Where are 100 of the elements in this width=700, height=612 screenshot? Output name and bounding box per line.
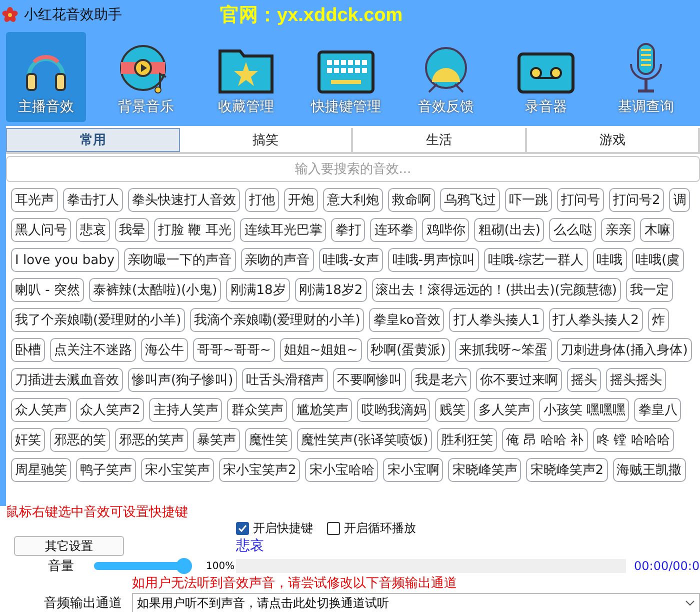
checkbox[interactable] xyxy=(236,522,249,534)
sound-button[interactable]: 点关注不迷路 xyxy=(50,338,136,362)
playback-time: 00:00/00:0 xyxy=(634,559,700,573)
sound-button[interactable]: 你不要过来啊 xyxy=(476,368,562,392)
sound-button[interactable]: 周星驰笑 xyxy=(11,458,71,482)
sound-button[interactable]: 宋小宝笑声2 xyxy=(219,458,300,482)
sound-button[interactable]: 拳打 xyxy=(331,218,366,242)
sound-button[interactable]: 魔性笑声(张译笑喷饭) xyxy=(297,428,432,452)
sound-button[interactable]: 打脸 鞭 耳光 xyxy=(154,218,236,242)
sound-button[interactable]: 摇头 xyxy=(567,368,602,392)
sound-button[interactable]: 摇头摇头 xyxy=(606,368,666,392)
sound-button[interactable]: 宋小宝笑声 xyxy=(141,458,214,482)
sound-button[interactable]: 众人笑声 xyxy=(11,398,71,422)
sound-button[interactable]: 打他 xyxy=(245,188,279,212)
sound-button[interactable]: 连环拳 xyxy=(370,218,418,242)
sound-button[interactable]: 哇哦(虞 xyxy=(632,248,684,272)
sound-button[interactable]: 亲吻嘬一下的声音 xyxy=(124,248,236,272)
sound-button[interactable]: 连续耳光巴掌 xyxy=(240,218,326,242)
sound-button[interactable]: 打人拳头揍人2 xyxy=(548,308,643,332)
sound-button[interactable]: 哇哦 xyxy=(592,248,627,272)
sound-button[interactable]: 哎哟我滴妈 xyxy=(357,398,430,422)
sound-button[interactable]: I love you baby xyxy=(11,248,119,272)
sound-button[interactable]: 不要啊惨叫 xyxy=(333,368,406,392)
sound-button[interactable]: 打人拳头揍人1 xyxy=(449,308,544,332)
sound-button[interactable]: 拳皇ko音效 xyxy=(369,308,444,332)
sound-button[interactable]: 魔性笑 xyxy=(245,428,292,452)
sound-button[interactable]: 炸 xyxy=(648,308,669,332)
sound-button[interactable]: 黑人问号 xyxy=(11,218,71,242)
sound-button[interactable]: 我了个亲娘嘞(爱理财的小羊) xyxy=(11,308,186,332)
sound-button[interactable]: 我晕 xyxy=(115,218,149,242)
sound-button[interactable]: 尴尬笑声 xyxy=(292,398,352,422)
sound-button[interactable]: 我是老六 xyxy=(411,368,472,392)
category-tab[interactable]: 常用 xyxy=(6,128,180,152)
sound-button[interactable]: 打问号2 xyxy=(609,188,664,212)
sound-button[interactable]: 小孩笑 嘿嘿嘿 xyxy=(539,398,630,422)
sound-button[interactable]: 悲哀 xyxy=(76,218,110,242)
search-field[interactable]: 输入要搜索的音效... xyxy=(6,156,700,182)
output-select[interactable]: 如果用户听不到声音，请点击此处切换通道试听 xyxy=(132,593,700,612)
checkbox-label: 开启循环播放 xyxy=(344,520,416,536)
sound-button[interactable]: 拳皇八 xyxy=(634,398,682,422)
sound-button[interactable]: 卧槽 xyxy=(11,338,45,362)
sound-button[interactable]: 木嘛 xyxy=(640,218,674,242)
toolbar-button[interactable]: 主播音效 xyxy=(6,32,86,122)
sound-button[interactable]: 哇哦-女声 xyxy=(318,248,384,272)
sound-button[interactable]: 喇叭 - 突然 xyxy=(11,278,84,302)
sound-button[interactable]: 来抓我呀~笨蛋 xyxy=(454,338,552,362)
sound-button[interactable]: 暴笑声 xyxy=(193,428,240,452)
sound-button[interactable]: 我滴个亲娘嘞(爱理财的小羊) xyxy=(190,308,364,332)
sound-button[interactable]: 乌鸦飞过 xyxy=(440,188,500,212)
volume-label: 音量 xyxy=(48,558,74,575)
sound-button[interactable]: 拳头快速打人音效 xyxy=(128,188,240,212)
sound-button[interactable]: 我一定 xyxy=(626,278,673,302)
sound-button[interactable]: 滚出去！滚得远远的！(拱出去)(完颜慧德) xyxy=(372,278,621,302)
sound-button[interactable]: 哇哦-男声惊叫 xyxy=(388,248,479,272)
sound-button[interactable]: 吐舌头滑稽声 xyxy=(242,368,328,392)
sound-button[interactable]: 刚满18岁 xyxy=(226,278,290,302)
sound-button[interactable]: 吓一跳 xyxy=(505,188,552,212)
settings-button[interactable]: 其它设置 xyxy=(14,536,124,556)
sound-button[interactable]: 么么哒 xyxy=(549,218,596,242)
sound-button[interactable]: 邪恶的笑 xyxy=(50,428,110,452)
sound-button[interactable]: 贱笑 xyxy=(435,398,470,422)
sound-button[interactable]: 咚 镗 哈哈哈 xyxy=(592,428,674,452)
keyboard-icon xyxy=(317,50,375,94)
sound-button[interactable]: 开炮 xyxy=(284,188,318,212)
sound-button[interactable]: 鸭子笑声 xyxy=(76,458,136,482)
sound-button[interactable]: 宋晓峰笑声 xyxy=(448,458,522,482)
sound-button[interactable]: 惨叫声(狗子惨叫) xyxy=(128,368,238,392)
sound-button[interactable]: 群众笑声 xyxy=(227,398,288,422)
sound-button[interactable]: 主持人笑声 xyxy=(149,398,222,422)
sound-button[interactable]: 多人笑声 xyxy=(474,398,534,422)
sound-button[interactable]: 亲亲 xyxy=(601,218,636,242)
sound-button[interactable]: 打问号 xyxy=(557,188,604,212)
sound-button[interactable]: 秒啊(蛋黄派) xyxy=(366,338,450,362)
sound-button[interactable]: 宋小宝啊 xyxy=(383,458,444,482)
sound-button[interactable]: 鸡哔你 xyxy=(422,218,470,242)
sound-button[interactable]: 邪恶的笑声 xyxy=(115,428,188,452)
sound-button[interactable]: 奸笑 xyxy=(11,428,45,452)
sound-button[interactable]: 哇哦-综艺一群人 xyxy=(484,248,588,272)
checkbox[interactable] xyxy=(327,522,340,534)
sound-button[interactable]: 海贼王凯撒 xyxy=(612,458,686,482)
hint-text: 鼠标右键选中音效可设置快捷键 xyxy=(6,506,189,520)
sound-button[interactable]: 意大利炮 xyxy=(323,188,383,212)
sound-button[interactable]: 耳光声 xyxy=(11,188,58,212)
sound-button[interactable]: 胜利狂笑 xyxy=(437,428,498,452)
sound-button[interactable]: 刀刺进身体(捅入身体) xyxy=(556,338,692,362)
sound-button[interactable]: 拳击打人 xyxy=(63,188,123,212)
sound-button[interactable]: 泰裤辣(太酷啦)(小鬼) xyxy=(88,278,222,302)
sound-button[interactable]: 海公牛 xyxy=(141,338,188,362)
sound-button[interactable]: 俺 昂 哈哈 补 xyxy=(502,428,588,452)
sound-button[interactable]: 宋晓峰笑声2 xyxy=(526,458,608,482)
sound-button[interactable]: 刚满18岁2 xyxy=(294,278,367,302)
sound-button[interactable]: 粗砌(出去) xyxy=(474,218,544,242)
sound-button[interactable]: 宋小宝哈哈 xyxy=(305,458,378,482)
sound-button[interactable]: 刀插进去溅血音效 xyxy=(11,368,123,392)
sound-button[interactable]: 救命啊 xyxy=(388,188,435,212)
sound-button[interactable]: 姐姐~姐姐~ xyxy=(280,338,362,362)
sound-button[interactable]: 调 xyxy=(669,188,690,212)
sound-button[interactable]: 哥哥~哥哥~ xyxy=(193,338,275,362)
sound-button[interactable]: 众人笑声2 xyxy=(76,398,144,422)
sound-button[interactable]: 亲吻的声音 xyxy=(240,248,314,272)
